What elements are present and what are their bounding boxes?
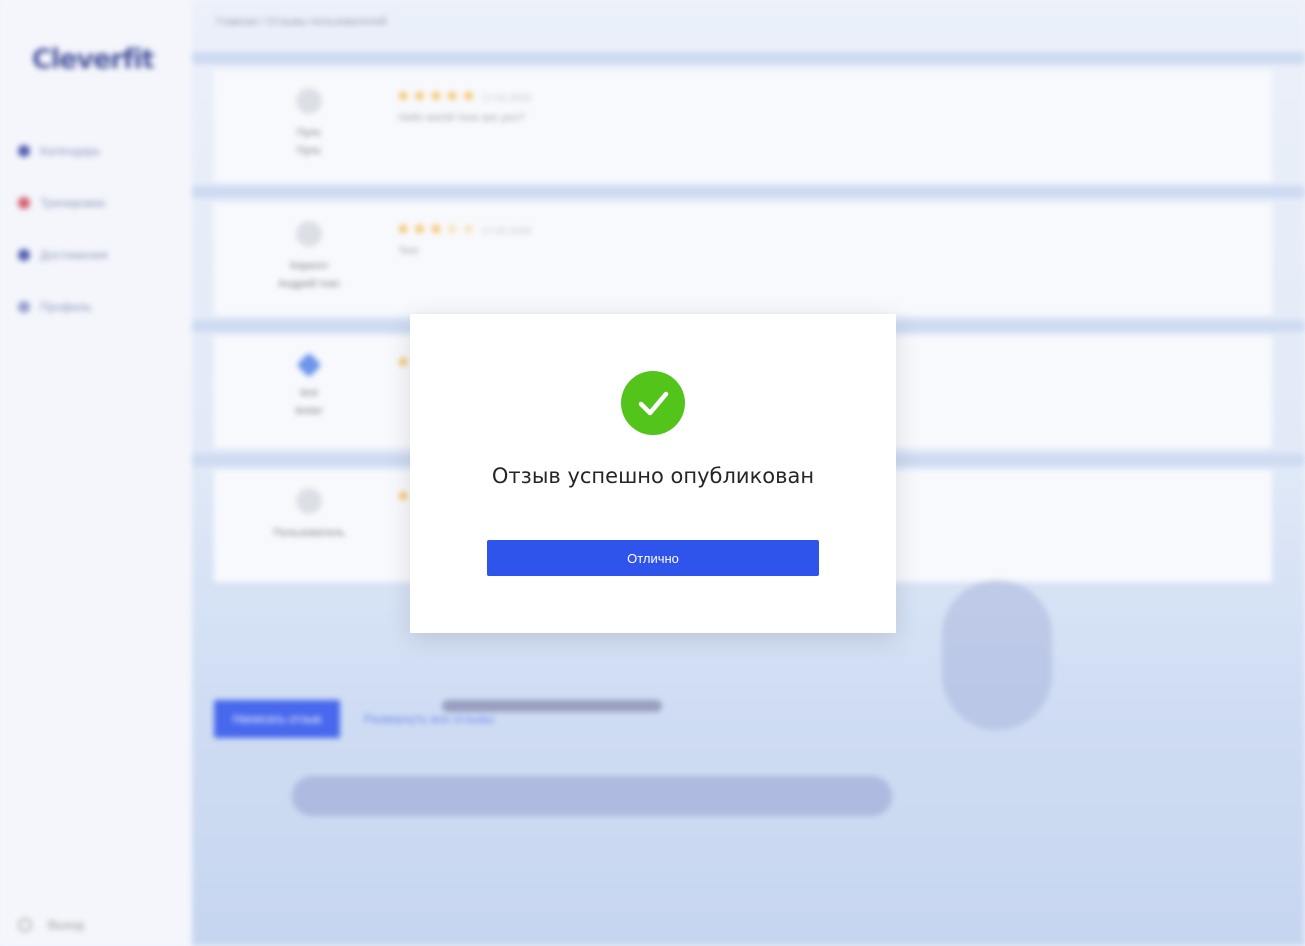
ok-button[interactable]: Отлично [487,540,819,576]
check-circle-icon [621,371,685,435]
modal-title: Отзыв успешно опубликован [491,464,815,488]
checkmark-icon [638,391,669,416]
success-modal: Отзыв успешно опубликован Отлично [410,314,896,633]
